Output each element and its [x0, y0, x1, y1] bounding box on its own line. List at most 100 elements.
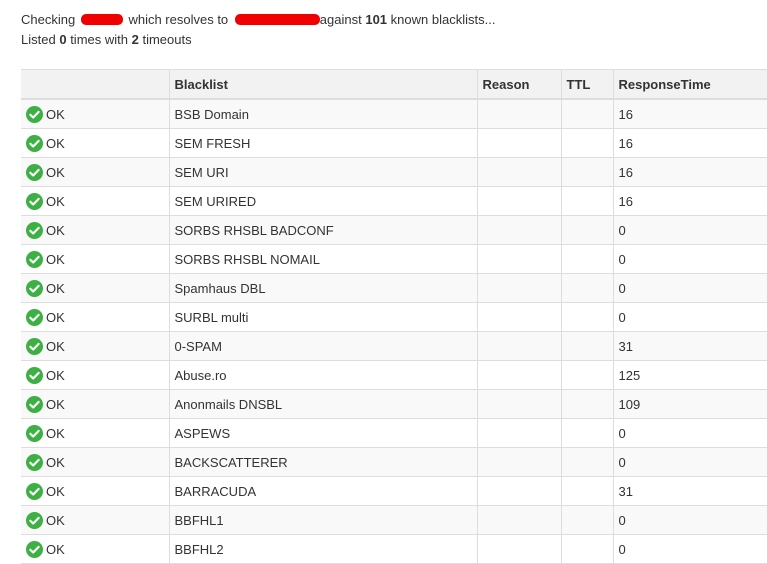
ttl-cell — [560, 447, 614, 477]
status-cell: OK — [21, 534, 170, 564]
reason-cell — [476, 389, 562, 419]
ttl-cell — [560, 186, 614, 216]
status-text: OK — [46, 251, 65, 267]
check-circle-icon — [26, 134, 43, 152]
status-cell: OK — [21, 331, 170, 361]
table-row: OK Spamhaus DBL 0 — [21, 273, 767, 303]
check-circle-icon — [26, 453, 43, 471]
table-row: OK BARRACUDA 31 — [21, 476, 767, 506]
blacklist-name: Anonmails DNSBL — [168, 389, 478, 419]
check-circle-icon — [26, 540, 43, 558]
check-circle-icon — [26, 424, 43, 442]
status-cell: OK — [21, 157, 170, 187]
table-row: OK Abuse.ro 125 — [21, 360, 767, 390]
blacklist-name: SEM FRESH — [168, 128, 478, 158]
blacklist-name: Spamhaus DBL — [168, 273, 478, 303]
ttl-cell — [560, 389, 614, 419]
blacklist-name: BARRACUDA — [168, 476, 478, 506]
check-circle-icon — [26, 221, 43, 239]
status-cell: OK — [21, 447, 170, 477]
blacklist-name: Abuse.ro — [168, 360, 478, 390]
response-time-cell: 0 — [612, 215, 767, 245]
reason-cell — [476, 186, 562, 216]
table-row: OK SEM URIRED 16 — [21, 186, 767, 216]
header-status — [21, 69, 170, 100]
ttl-cell — [560, 476, 614, 506]
checking-label: Checking — [21, 12, 76, 27]
ttl-cell — [560, 418, 614, 448]
response-time-cell: 109 — [612, 389, 767, 419]
known-text: known blacklists... — [390, 12, 496, 27]
response-time-cell: 0 — [612, 534, 767, 564]
checking-line: Checking which resolves to against 101 k… — [21, 10, 495, 30]
status-text: OK — [46, 222, 65, 238]
header-ttl: TTL — [560, 69, 614, 100]
response-time-cell: 16 — [612, 186, 767, 216]
blacklist-name: SURBL multi — [168, 302, 478, 332]
ttl-cell — [560, 505, 614, 535]
status-text: OK — [46, 541, 65, 557]
table-row: OK BBFHL1 0 — [21, 505, 767, 535]
status-text: OK — [46, 106, 65, 122]
reason-cell — [476, 98, 562, 129]
table-row: OK Anonmails DNSBL 109 — [21, 389, 767, 419]
reason-cell — [476, 273, 562, 303]
status-text: OK — [46, 135, 65, 151]
status-text: OK — [46, 483, 65, 499]
check-circle-icon — [26, 250, 43, 268]
header-response-time: ResponseTime — [612, 69, 767, 100]
table-row: OK SEM FRESH 16 — [21, 128, 767, 158]
status-cell: OK — [21, 476, 170, 506]
timeouts-count: 2 — [131, 32, 139, 47]
reason-cell — [476, 534, 562, 564]
check-circle-icon — [26, 395, 43, 413]
reason-cell — [476, 331, 562, 361]
response-time-cell: 0 — [612, 302, 767, 332]
ttl-cell — [560, 534, 614, 564]
response-time-cell: 31 — [612, 476, 767, 506]
check-circle-icon — [26, 163, 43, 181]
blacklist-name: BACKSCATTERER — [168, 447, 478, 477]
status-text: OK — [46, 425, 65, 441]
check-circle-icon — [26, 308, 43, 326]
ttl-cell — [560, 273, 614, 303]
table-row: OK SORBS RHSBL BADCONF 0 — [21, 215, 767, 245]
status-cell: OK — [21, 273, 170, 303]
against-text: against — [319, 12, 362, 27]
response-time-cell: 0 — [612, 447, 767, 477]
ttl-cell — [560, 128, 614, 158]
reason-cell — [476, 157, 562, 187]
status-text: OK — [46, 193, 65, 209]
status-text: OK — [46, 367, 65, 383]
redacted-ip — [234, 14, 320, 25]
ttl-cell — [560, 98, 614, 129]
reason-cell — [476, 215, 562, 245]
response-time-cell: 0 — [612, 273, 767, 303]
table-row: OK SURBL multi 0 — [21, 302, 767, 332]
status-cell: OK — [21, 98, 170, 129]
status-cell: OK — [21, 360, 170, 390]
response-time-cell: 0 — [612, 505, 767, 535]
times-text: times with — [70, 32, 128, 47]
blacklist-name: ASPEWS — [168, 418, 478, 448]
status-cell: OK — [21, 389, 170, 419]
reason-cell — [476, 244, 562, 274]
reason-cell — [476, 447, 562, 477]
ttl-cell — [560, 331, 614, 361]
table-row: OK BACKSCATTERER 0 — [21, 447, 767, 477]
status-text: OK — [46, 338, 65, 354]
response-time-cell: 0 — [612, 244, 767, 274]
response-time-cell: 0 — [612, 418, 767, 448]
status-cell: OK — [21, 128, 170, 158]
reason-cell — [476, 128, 562, 158]
table-row: OK BSB Domain 16 — [21, 98, 767, 129]
status-text: OK — [46, 512, 65, 528]
timeouts-label: timeouts — [142, 32, 192, 47]
ttl-cell — [560, 244, 614, 274]
status-cell: OK — [21, 215, 170, 245]
status-cell: OK — [21, 505, 170, 535]
status-text: OK — [46, 309, 65, 325]
ttl-cell — [560, 302, 614, 332]
reason-cell — [476, 476, 562, 506]
response-time-cell: 16 — [612, 98, 767, 129]
